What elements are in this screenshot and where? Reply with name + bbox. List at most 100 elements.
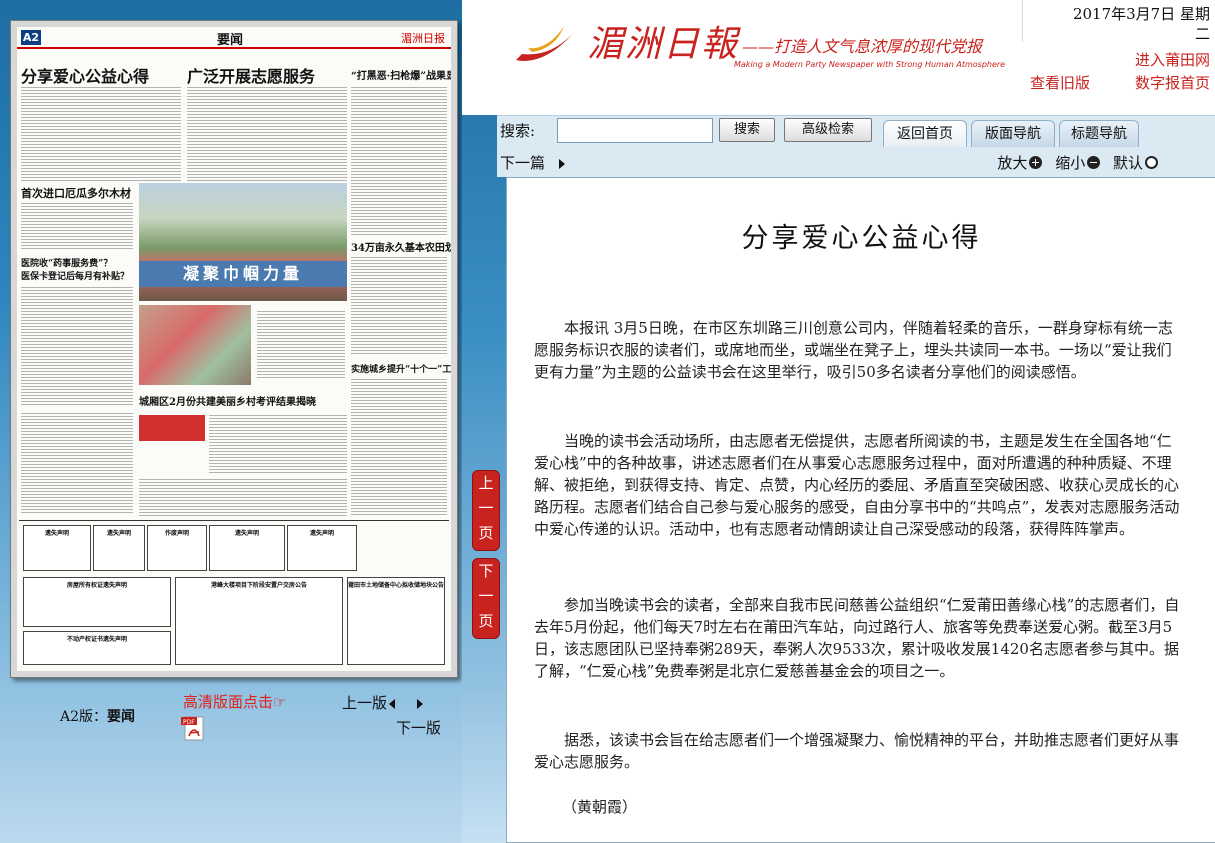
- np-headline-5[interactable]: 医院收“药事服务费”？: [21, 256, 112, 269]
- article-paragraph: 参加当晚读书会的读者，全部来自我市民间慈善公益组织“仁爱莆田善缘心栈”的志愿者们…: [534, 596, 1180, 680]
- zoom-default-button[interactable]: 默认: [1113, 154, 1158, 172]
- side-tab-char: 上: [478, 474, 494, 492]
- pdf-icon[interactable]: PDF: [181, 716, 207, 741]
- minus-circle-icon: [1087, 156, 1101, 169]
- tab-home[interactable]: 返回首页: [883, 120, 967, 148]
- next-page-link[interactable]: 下一版: [396, 717, 441, 738]
- triangle-right-icon[interactable]: [417, 698, 424, 709]
- np-headline-8[interactable]: 实施城乡提升“十个一”工程: [351, 362, 451, 375]
- side-tab-char: 一: [478, 587, 494, 605]
- page-preview-panel: A2 要闻 湄洲日报 分享爱心公益心得 广泛开展志愿服务 “打黑恶·扫枪爆”战果…: [0, 0, 462, 843]
- np-ad[interactable]: 遗失声明: [287, 525, 357, 571]
- np-text-block: [351, 255, 447, 355]
- search-button[interactable]: 搜索: [719, 118, 775, 142]
- pointing-hand-icon: ☞: [273, 693, 287, 711]
- page-badge: A2: [21, 30, 41, 45]
- next-article-link[interactable]: 下一篇: [500, 152, 566, 173]
- newspaper-page-thumbnail[interactable]: A2 要闻 湄洲日报 分享爱心公益心得 广泛开展志愿服务 “打黑恶·扫枪爆”战果…: [10, 20, 458, 678]
- side-tab-char: 下: [478, 562, 494, 580]
- search-input[interactable]: [557, 118, 713, 143]
- np-ad[interactable]: 港峰大楼项目下阶段安置户交房公告: [175, 577, 343, 665]
- zoom-controls: 放大 缩小 默认: [997, 152, 1158, 173]
- np-ad-title: 莆田市土地储备中心拟收储地块公告: [348, 582, 445, 589]
- np-ad-title: 作废声明: [164, 530, 189, 537]
- np-ad[interactable]: 遗失声明: [93, 525, 145, 571]
- putian-net-link[interactable]: 进入莆田网: [1135, 49, 1210, 70]
- np-table: [139, 477, 347, 517]
- svg-text:PDF: PDF: [183, 719, 195, 726]
- np-headline-4[interactable]: 首次进口厄瓜多尔木材: [21, 185, 131, 201]
- page-name: 要闻: [107, 709, 136, 725]
- np-ad-title: 遗失声明: [234, 530, 259, 537]
- np-headline-7[interactable]: 34万亩永久基本农田划定: [351, 239, 451, 254]
- site-logo-text[interactable]: 湄洲日報: [587, 15, 739, 67]
- zoom-default-label: 默认: [1112, 154, 1143, 172]
- tab-page-nav[interactable]: 版面导航: [971, 120, 1055, 148]
- triangle-right-icon: [559, 159, 566, 169]
- np-photo-banner: 凝聚巾帼力量: [139, 261, 347, 287]
- np-ad-title: 港峰大楼项目下阶段安置户交房公告: [210, 582, 307, 589]
- prev-page-label: 上一版: [342, 694, 388, 712]
- site-slogan-en: Making a Modern Party Newspaper with Str…: [734, 60, 1006, 69]
- np-ad-title: 不动产权证书遗失声明: [66, 636, 127, 643]
- np-headline-2[interactable]: 广泛开展志愿服务: [187, 63, 315, 87]
- site-slogan: ——打造人文气息浓厚的现代党报: [742, 37, 983, 56]
- np-text-block: [21, 85, 181, 181]
- article-content: 分享爱心公益心得 本报讯 3月5日晚，在市区东圳路三川创意公司内，伴随着轻柔的音…: [506, 177, 1215, 843]
- weekday-text: 二: [1194, 25, 1210, 43]
- prev-page-side-tab[interactable]: 上 一 页: [472, 470, 500, 551]
- article-paragraph: 本报讯 3月5日晚，在市区东圳路三川创意公司内，伴随着轻柔的音乐，一群身穿标有统…: [534, 319, 1173, 381]
- plus-circle-icon: [1029, 156, 1043, 169]
- hd-page-link[interactable]: 高清版面点击☞: [183, 691, 286, 712]
- side-tab-char: 页: [478, 524, 494, 542]
- date-text: 2017年3月7日 星期: [1072, 5, 1210, 23]
- np-ad[interactable]: 作废声明: [147, 525, 207, 571]
- next-page-side-tab[interactable]: 下 一 页: [472, 558, 500, 639]
- prev-page-link[interactable]: 上一版: [342, 692, 424, 713]
- article-nav-row: 下一篇 放大 缩小 默认: [497, 147, 1215, 177]
- article-paragraph: 当晚的读书会活动场所，由志愿者无偿提供，志愿者所阅读的书，主题是发生在全国各地“…: [534, 432, 1180, 538]
- zoom-out-button[interactable]: 缩小: [1055, 154, 1101, 172]
- site-header: 湄洲日報 ——打造人文气息浓厚的现代党报 Making a Modern Par…: [462, 0, 1215, 115]
- np-headline-1[interactable]: 分享爱心公益心得: [21, 63, 149, 87]
- newspaper-section-name: 要闻: [217, 33, 244, 48]
- np-headline-9[interactable]: 城厢区2月份共建美丽乡村考评结果揭晓: [139, 393, 316, 408]
- np-text-block: [21, 201, 133, 251]
- np-text-block: [351, 377, 447, 515]
- np-ad[interactable]: 遗失声明: [23, 525, 91, 571]
- date-box: 2017年3月7日 星期 二: [1022, 0, 1215, 43]
- article-title: 分享爱心公益心得: [741, 223, 982, 254]
- zoom-out-label: 缩小: [1055, 154, 1086, 172]
- np-ad-title: 遗失声明: [106, 530, 131, 537]
- newspaper-masthead-mini: 湄洲日报: [401, 32, 445, 45]
- np-headline-3[interactable]: “打黑恶·扫枪爆”战果显: [351, 67, 451, 82]
- tab-title-nav[interactable]: 标题导航: [1059, 120, 1139, 148]
- np-ads-area: 遗失声明 遗失声明 作废声明 遗失声明 遗失声明 房屋所有权证遗失声明 港峰大楼…: [19, 520, 449, 670]
- article-author: （黄朝霞）: [562, 798, 638, 816]
- zoom-in-button[interactable]: 放大: [997, 154, 1043, 172]
- np-photo-small: [139, 415, 205, 441]
- np-ad-title: 遗失声明: [309, 530, 334, 537]
- search-label: 搜索:: [500, 122, 536, 140]
- search-toolbar: 搜索: 搜索 高级检索 返回首页 版面导航 标题导航: [497, 115, 1215, 148]
- np-ad[interactable]: 不动产权证书遗失声明: [23, 631, 171, 665]
- np-ad-title: 房屋所有权证遗失声明: [66, 582, 127, 589]
- radio-circle-icon: [1145, 156, 1158, 169]
- old-version-link[interactable]: 查看旧版: [1030, 72, 1090, 93]
- advanced-search-button[interactable]: 高级检索: [784, 118, 872, 142]
- np-ad[interactable]: 莆田市土地储备中心拟收储地块公告: [347, 577, 445, 665]
- page-label: A2版：: [60, 709, 108, 725]
- np-headline-6[interactable]: 医保卡登记后每月有补贴？: [21, 269, 129, 282]
- side-tab-char: 页: [478, 612, 494, 630]
- np-text-block: [209, 413, 347, 473]
- zoom-in-label: 放大: [997, 154, 1028, 172]
- digital-home-link[interactable]: 数字报首页: [1120, 72, 1210, 94]
- article-paragraph: 据悉，该读书会旨在给志愿者们一个增强凝聚力、愉悦精神的平台，并助推志愿者们更好从…: [534, 731, 1180, 771]
- np-ad[interactable]: 房屋所有权证遗失声明: [23, 577, 171, 627]
- newspaper-page[interactable]: A2 要闻 湄洲日报 分享爱心公益心得 广泛开展志愿服务 “打黑恶·扫枪爆”战果…: [17, 27, 451, 671]
- triangle-left-icon: [389, 698, 396, 709]
- hd-page-link-label: 高清版面点击: [183, 693, 274, 711]
- swoosh-logo-icon: [516, 26, 574, 61]
- np-ad-title: 遗失声明: [44, 530, 69, 537]
- np-ad[interactable]: 遗失声明: [209, 525, 285, 571]
